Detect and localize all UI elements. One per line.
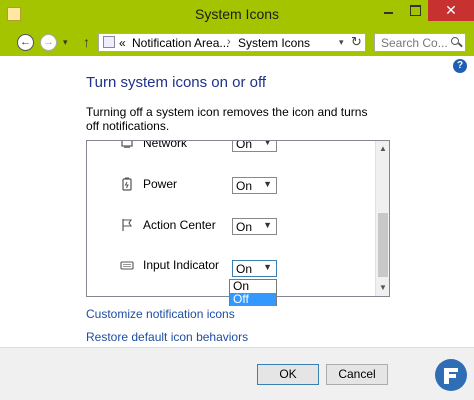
dropdown-option-off[interactable]: Off (230, 293, 276, 306)
list-item: Action Center On ▼ (87, 216, 375, 236)
select-value: On (236, 140, 253, 151)
ok-button[interactable]: OK (257, 364, 319, 385)
power-select[interactable]: On ▼ (232, 177, 277, 194)
power-icon (122, 177, 132, 191)
network-icon (121, 141, 133, 148)
select-value: On (236, 179, 253, 193)
maximize-button[interactable] (402, 0, 429, 21)
scrollbar-thumb[interactable] (378, 213, 388, 277)
cancel-button[interactable]: Cancel (326, 364, 388, 385)
chevron-down-icon: ▼ (263, 220, 272, 230)
chevron-down-icon: ▼ (263, 179, 272, 189)
row-label: Power (143, 177, 178, 191)
flag-icon (122, 219, 133, 231)
keyboard-icon (120, 261, 134, 270)
row-label: Action Center (143, 218, 216, 232)
select-value: On (236, 220, 253, 234)
back-button[interactable]: ← (17, 34, 34, 51)
list-item: Input Indicator On ▼ (87, 256, 375, 277)
dialog-footer: OK Cancel (0, 347, 474, 400)
content-pane: ? Turn system icons on or off Turning of… (0, 56, 474, 347)
scroll-down-icon[interactable]: ▼ (379, 283, 387, 292)
breadcrumb-notification-area[interactable]: Notification Area... (132, 36, 229, 50)
breadcrumb-separator[interactable]: › (227, 36, 231, 48)
recent-locations-button[interactable]: ▾ (63, 37, 68, 48)
control-panel-small-icon (103, 36, 115, 48)
chevron-down-icon: ▼ (263, 140, 272, 147)
page-description: Turning off a system icon removes the ic… (86, 105, 368, 133)
row-label: Input Indicator (143, 258, 220, 272)
input-indicator-select[interactable]: On ▼ (232, 260, 277, 277)
select-value: On (236, 262, 253, 276)
search-icon[interactable] (451, 37, 459, 45)
search-input[interactable]: Search Co... (374, 33, 466, 52)
action-center-select[interactable]: On ▼ (232, 218, 277, 235)
address-bar: ← → ▾ ↑ « Notification Area... › System … (0, 30, 474, 56)
breadcrumb-system-icons[interactable]: System Icons (238, 36, 310, 50)
customize-notification-icons-link[interactable]: Customize notification icons (86, 307, 235, 321)
help-icon[interactable]: ? (453, 59, 467, 73)
scroll-up-icon[interactable]: ▲ (379, 144, 387, 153)
minimize-button[interactable] (375, 0, 402, 21)
row-label: Network (143, 140, 188, 150)
up-button[interactable]: ↑ (83, 34, 90, 50)
title-bar: System Icons ✕ (0, 0, 474, 30)
list-item: Power On ▼ (87, 175, 375, 195)
refresh-icon[interactable]: ↻ (351, 34, 362, 50)
select-dropdown-menu: On Off (229, 279, 277, 306)
restore-default-icon-behaviors-link[interactable]: Restore default icon behaviors (86, 330, 248, 344)
network-select[interactable]: On ▼ (232, 140, 277, 152)
breadcrumb-overflow[interactable]: « (119, 36, 126, 50)
search-placeholder: Search Co... (381, 36, 448, 50)
watermark-logo-icon (435, 359, 467, 391)
chevron-down-icon: ▼ (263, 262, 272, 272)
forward-button[interactable]: → (40, 34, 57, 51)
address-dropdown-icon[interactable]: ▾ (339, 37, 344, 48)
vertical-scrollbar[interactable]: ▲ ▼ (375, 141, 389, 296)
system-icons-list[interactable]: Network On ▼ Power On ▼ Action Center On… (86, 140, 390, 297)
list-item: Network On ▼ (87, 140, 375, 154)
page-title: Turn system icons on or off (86, 74, 267, 91)
breadcrumb[interactable]: « Notification Area... › System Icons ▾ … (98, 33, 366, 52)
close-button[interactable]: ✕ (428, 0, 474, 21)
